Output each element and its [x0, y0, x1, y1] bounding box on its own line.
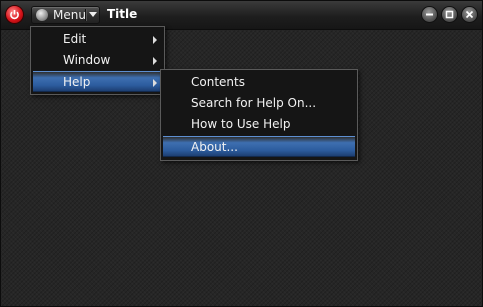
help-submenu: Contents Search for Help On... How to Us…: [160, 69, 358, 161]
chevron-right-icon: [153, 79, 157, 87]
chevron-down-icon[interactable]: [89, 12, 97, 17]
menu-item-edit[interactable]: Edit: [33, 29, 162, 50]
menu-item-about[interactable]: About...: [163, 136, 355, 157]
menu-orb-icon: [36, 9, 48, 21]
chevron-right-icon: [153, 36, 157, 44]
maximize-icon: [445, 10, 454, 19]
menu-item-help[interactable]: Help: [33, 71, 162, 92]
menu-button[interactable]: Menu: [31, 6, 100, 24]
minimize-button[interactable]: [422, 7, 437, 22]
chevron-right-icon: [153, 57, 157, 65]
app-window: Menu Title Edit Window Help Contents Sea…: [0, 0, 483, 307]
power-icon: [10, 10, 19, 20]
menu-item-window[interactable]: Window: [33, 50, 162, 71]
menu-button-divider: [85, 9, 86, 21]
menu-item-label: How to Use Help: [191, 117, 291, 131]
menu-item-label: Contents: [191, 75, 245, 89]
close-button[interactable]: [462, 7, 477, 22]
menu-item-label: Help: [63, 75, 91, 89]
menu-item-label: Edit: [63, 32, 87, 46]
close-icon: [465, 10, 474, 19]
menu-item-label: Window: [63, 53, 111, 67]
main-menu: Edit Window Help: [30, 26, 165, 95]
menu-item-contents[interactable]: Contents: [163, 72, 355, 93]
menu-button-label: Menu: [53, 8, 86, 22]
menu-item-label: About...: [191, 140, 238, 154]
maximize-button[interactable]: [442, 7, 457, 22]
minimize-icon: [426, 13, 433, 16]
menu-item-search-help[interactable]: Search for Help On...: [163, 93, 355, 114]
app-icon[interactable]: [6, 6, 23, 23]
window-title: Title: [107, 7, 138, 21]
menu-item-label: Search for Help On...: [191, 96, 317, 110]
menu-item-how-to-use-help[interactable]: How to Use Help: [163, 114, 355, 135]
